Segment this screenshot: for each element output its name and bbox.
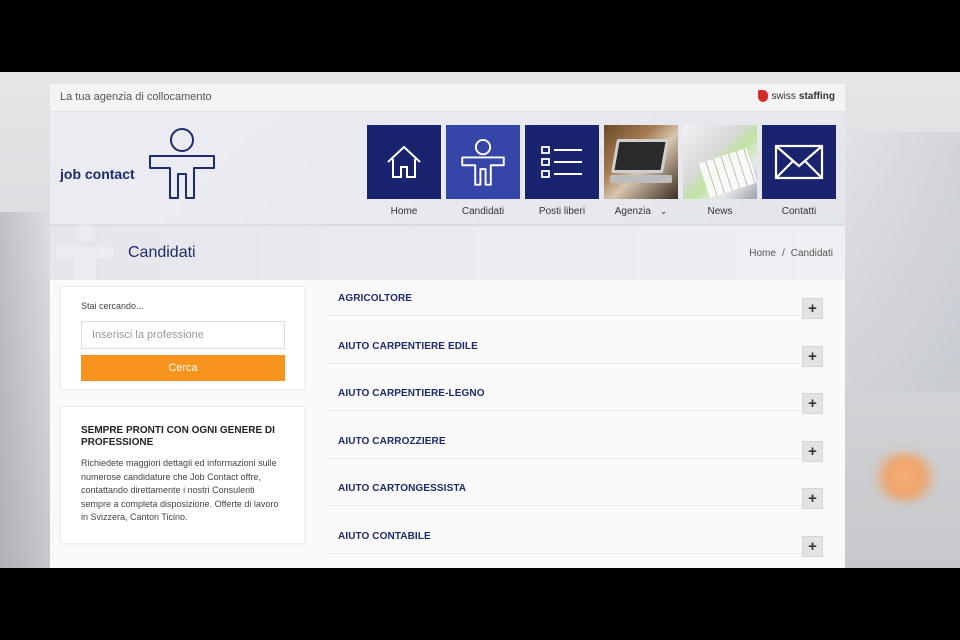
watermark-figure-icon xyxy=(56,222,114,285)
laptop-photo xyxy=(611,139,669,173)
nav-label-contatti[interactable]: Contatti xyxy=(762,206,836,217)
tagline: La tua agenzia di collocamento xyxy=(60,91,212,103)
expand-plus-icon[interactable]: + xyxy=(802,488,823,509)
envelope-icon xyxy=(774,144,824,180)
accordion-item-label[interactable]: AIUTO CONTABILE xyxy=(338,531,431,542)
chevron-down-icon: ⌄ xyxy=(659,206,668,216)
search-button[interactable]: Cerca xyxy=(81,355,285,381)
expand-plus-icon[interactable]: + xyxy=(802,441,823,462)
house-icon xyxy=(387,145,421,178)
nav-label-news[interactable]: News xyxy=(683,206,757,217)
search-panel: Stai cercando... Cerca xyxy=(60,286,305,390)
breadcrumb-current: Candidati xyxy=(790,248,833,259)
expand-plus-icon[interactable]: + xyxy=(802,346,823,367)
site-header: job contact Home Candidati Posti liberi … xyxy=(50,112,845,224)
keyboard-photo xyxy=(698,148,758,198)
nav-tile-news[interactable] xyxy=(683,125,758,199)
nav-tile-posti-liberi[interactable] xyxy=(525,125,599,199)
info-title: SEMPRE PRONTI CON OGNI GENERE DI PROFESS… xyxy=(81,425,275,448)
website: La tua agenzia di collocamento swiss staf… xyxy=(50,84,845,568)
expand-plus-icon[interactable]: + xyxy=(802,393,823,414)
search-label: Stai cercando... xyxy=(81,301,144,311)
expand-plus-icon[interactable]: + xyxy=(802,298,823,319)
nav-tile-candidati[interactable] xyxy=(446,125,520,199)
partner-prefix: swiss xyxy=(771,90,796,102)
accordion-item-label[interactable]: AIUTO CARTONGESSISTA xyxy=(338,483,466,494)
main-content: Stai cercando... Cerca SEMPRE PRONTI CON… xyxy=(50,280,845,568)
top-bar: La tua agenzia di collocamento swiss staf… xyxy=(50,84,845,112)
page-title-band: Candidati Home / Candidati xyxy=(50,222,845,285)
list-icon xyxy=(541,146,582,178)
breadcrumb: Home / Candidati xyxy=(749,248,833,259)
page-title: Candidati xyxy=(128,244,196,261)
nav-tile-agenzia[interactable] xyxy=(604,125,678,199)
letterbox-top xyxy=(0,0,960,72)
accordion-item[interactable]: AIUTO CARROZZIERE + xyxy=(325,429,823,462)
nav-label-candidati[interactable]: Candidati xyxy=(446,206,520,217)
person-icon xyxy=(461,138,505,186)
job-contact-logo-icon[interactable] xyxy=(146,126,218,200)
accordion-item[interactable]: AIUTO CARTONGESSISTA + xyxy=(325,476,823,509)
accordion-item[interactable]: AIUTO CARPENTIERE EDILE + xyxy=(325,334,823,367)
info-text: Richiedete maggiori dettagli ed informaz… xyxy=(81,458,279,522)
accordion-item-label[interactable]: AIUTO CARPENTIERE-LEGNO xyxy=(338,388,485,399)
nav-tile-home[interactable] xyxy=(367,125,441,199)
expand-plus-icon[interactable]: + xyxy=(802,536,823,557)
nav-tile-contatti[interactable] xyxy=(762,125,836,199)
partner-suffix: staffing xyxy=(798,90,835,102)
breadcrumb-home[interactable]: Home xyxy=(749,248,776,259)
profession-search-input[interactable] xyxy=(81,321,285,349)
info-panel: SEMPRE PRONTI CON OGNI GENERE DI PROFESS… xyxy=(60,406,305,544)
nav-label-home[interactable]: Home xyxy=(367,206,441,217)
breadcrumb-separator: / xyxy=(781,248,785,259)
accordion-item-label[interactable]: AIUTO CARROZZIERE xyxy=(338,436,446,447)
accordion-item[interactable]: AGRICOLTORE + xyxy=(325,286,823,319)
logo-text[interactable]: job contact xyxy=(60,166,135,182)
accordion-item-label[interactable]: AGRICOLTORE xyxy=(338,293,412,304)
accordion-item[interactable]: AIUTO CONTABILE + xyxy=(325,524,823,557)
letterbox-bottom xyxy=(0,568,960,640)
swissstaffing-mark-icon xyxy=(758,90,769,102)
accordion-item[interactable]: AIUTO CARPENTIERE-LEGNO + xyxy=(325,381,823,414)
nav-label-posti-liberi[interactable]: Posti liberi xyxy=(525,206,599,217)
accordion-item-label[interactable]: AIUTO CARPENTIERE EDILE xyxy=(338,341,478,352)
nav-label-agenzia[interactable]: Agenzia ⌄ xyxy=(604,206,678,217)
swissstaffing-logo[interactable]: swiss staffing xyxy=(758,90,835,102)
